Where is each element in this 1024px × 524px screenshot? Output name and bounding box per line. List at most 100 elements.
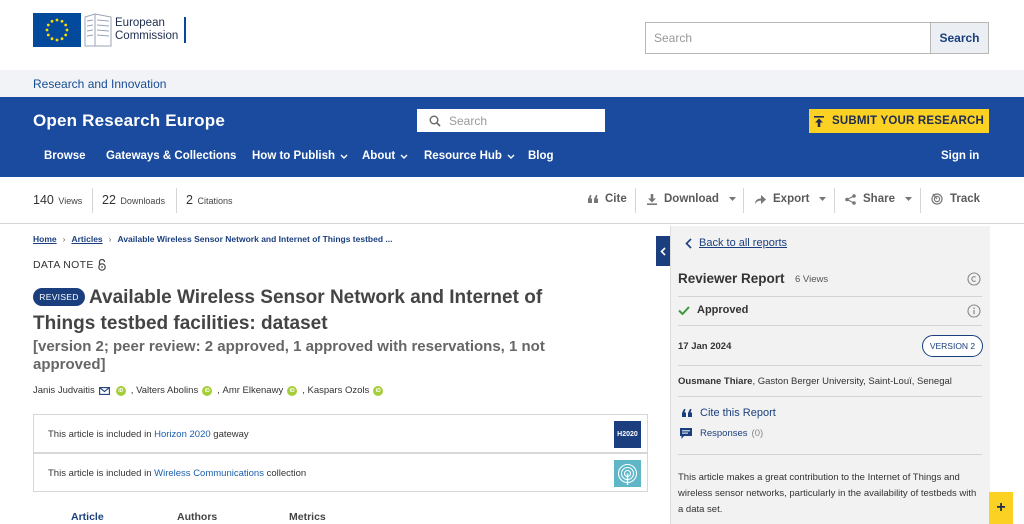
ec-logo[interactable]: European Commission [33, 13, 187, 47]
panel-divider [678, 325, 982, 326]
reviewer-info: Ousmane Thiare, Gaston Berger University… [678, 376, 952, 387]
site-strip: Research and Innovation [0, 70, 1024, 97]
comment-icon [680, 428, 692, 439]
research-innovation-link[interactable]: Research and Innovation [33, 77, 166, 91]
share-button[interactable]: Share [845, 193, 919, 205]
ec-logo-line2: Commission [115, 30, 179, 42]
downloads-metric: 22 Downloads [102, 193, 165, 207]
collection-text: This article is included in Wireless Com… [48, 468, 306, 479]
nav-how-to-publish[interactable]: How to Publish [252, 150, 348, 162]
track-label: Track [950, 193, 981, 205]
ore-search-input[interactable] [449, 113, 589, 128]
action-divider [635, 188, 636, 213]
version-2-button[interactable]: VERSION 2 [922, 335, 983, 357]
chevron-down-icon [340, 154, 348, 159]
export-button[interactable]: Export [755, 193, 833, 205]
breadcrumb-current: Available Wireless Sensor Network and In… [117, 234, 393, 244]
collection-link[interactable]: Wireless Communications [154, 468, 264, 479]
breadcrumb-articles[interactable]: Articles [71, 234, 102, 244]
author-name[interactable]: Valters Abolins [136, 385, 198, 396]
author-list: Janis Judvaitis iD, Valters Abolins iD, … [33, 385, 388, 396]
nav-about-label: About [362, 150, 396, 162]
author-name[interactable]: Amr Elkenawy [222, 385, 283, 396]
floating-add-button[interactable]: + [989, 492, 1013, 524]
nav-resource-hub-label: Resource Hub [424, 150, 502, 162]
chevron-down-icon [507, 154, 515, 159]
ore-home-link[interactable]: Open Research Europe [33, 111, 225, 131]
track-button[interactable]: Track [931, 193, 980, 205]
breadcrumb: Home › Articles › Available Wireless Sen… [33, 234, 392, 244]
nav-blog-label: Blog [528, 150, 554, 162]
back-to-reports-link[interactable]: Back to all reports [685, 237, 787, 249]
orcid-icon[interactable]: iD [115, 385, 126, 396]
article-type: DATA NOTE [33, 259, 106, 271]
eu-flag-icon [33, 13, 81, 47]
downloads-count: 22 [102, 193, 116, 207]
ec-logo-text: European Commission [115, 17, 187, 43]
review-body-text: This article makes a great contribution … [678, 472, 977, 515]
info-icon[interactable] [967, 304, 981, 318]
nav-resource-hub[interactable]: Resource Hub [424, 150, 515, 162]
ec-search: Search [645, 22, 989, 54]
views-count: 140 [33, 193, 54, 207]
main-nav: Browse Gateways & Collections How to Pub… [0, 150, 1024, 170]
action-divider [920, 188, 921, 213]
share-label: Share [863, 193, 895, 205]
cite-report-label: Cite this Report [700, 407, 776, 419]
author-name[interactable]: Kaspars Ozols [307, 385, 369, 396]
cite-report-link[interactable]: Cite this Report [682, 407, 776, 419]
collection-box: This article is included in Wireless Com… [33, 453, 648, 492]
gateway-link[interactable]: Horizon 2020 [154, 429, 211, 440]
orcid-icon[interactable]: iD [373, 385, 384, 396]
download-button[interactable]: Download [647, 193, 743, 205]
sign-in-link[interactable]: Sign in [941, 150, 979, 162]
chevron-down-icon [904, 197, 912, 201]
panel-divider [678, 365, 982, 366]
reviewer-report-views: 6 Views [795, 274, 829, 285]
creative-commons-icon[interactable] [967, 272, 981, 286]
author-name[interactable]: Janis Judvaitis [33, 385, 95, 396]
cite-button[interactable]: Cite [588, 193, 627, 205]
review-date: 17 Jan 2024 [678, 341, 732, 352]
orcid-icon[interactable]: iD [287, 385, 298, 396]
download-label: Download [664, 193, 719, 205]
export-label: Export [773, 193, 810, 205]
tab-article[interactable]: Article [71, 511, 104, 523]
download-icon [647, 193, 657, 205]
chevron-left-icon [685, 237, 692, 249]
collection-suffix: collection [263, 468, 307, 479]
breadcrumb-home[interactable]: Home [33, 234, 57, 244]
action-divider [834, 188, 835, 213]
nav-browse[interactable]: Browse [44, 150, 86, 162]
ec-search-button[interactable]: Search [930, 23, 988, 53]
panel-divider [678, 396, 982, 397]
metric-divider [176, 188, 177, 213]
gateway-suffix: gateway [210, 429, 249, 440]
wireless-collection-icon[interactable] [614, 460, 641, 487]
tab-metrics[interactable]: Metrics [289, 511, 326, 523]
tab-authors[interactable]: Authors [177, 511, 217, 523]
article-type-label: DATA NOTE [33, 259, 94, 271]
ec-search-input[interactable] [646, 23, 930, 53]
orcid-icon[interactable]: iD [202, 385, 213, 396]
nav-blog[interactable]: Blog [528, 150, 554, 162]
panel-divider [678, 454, 982, 455]
views-label: Views [58, 196, 83, 206]
collapse-panel-button[interactable] [656, 236, 670, 266]
nav-gateways-label: Gateways & Collections [106, 150, 237, 162]
citations-count: 2 [186, 193, 193, 207]
mail-icon[interactable] [98, 386, 110, 395]
chevron-down-icon [400, 154, 408, 159]
gateway-text: This article is included in Horizon 2020… [48, 429, 249, 440]
metric-divider [92, 188, 93, 213]
check-icon [678, 305, 690, 315]
submit-research-button[interactable]: SUBMIT YOUR RESEARCH [809, 109, 989, 133]
nav-about[interactable]: About [362, 150, 408, 162]
ore-header: Open Research Europe SUBMIT YOUR RESEARC… [0, 97, 1024, 177]
citations-label: Citations [197, 196, 233, 206]
responses-link[interactable]: Responses (0) [680, 428, 763, 439]
ec-logo-line1: European [115, 17, 165, 29]
nav-gateways-collections[interactable]: Gateways & Collections [106, 150, 236, 162]
breadcrumb-separator: › [108, 234, 112, 244]
h2020-badge[interactable]: H2020 [614, 421, 641, 448]
